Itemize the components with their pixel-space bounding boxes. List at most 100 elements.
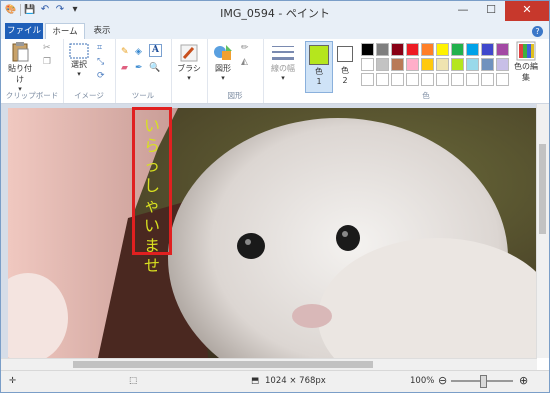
zoom-slider-thumb[interactable]	[480, 375, 487, 388]
canvas-area[interactable]	[1, 104, 537, 358]
tab-home[interactable]: ホーム	[45, 23, 85, 40]
palette-swatch[interactable]	[361, 43, 374, 56]
shapes-icon	[214, 45, 232, 60]
help-icon[interactable]: ?	[532, 26, 543, 37]
group-tools: ✎ ◈ A ▰ ✒ 🔍 ツール	[115, 39, 172, 103]
tab-file[interactable]: ファイル	[5, 23, 43, 39]
image-dimensions: 1024 × 768px	[265, 376, 326, 386]
group-shapes: 図形 ▾ ✏ ◭ 図形	[207, 39, 264, 103]
palette-swatch[interactable]	[466, 73, 479, 86]
zoom-in-button[interactable]: ⊕	[519, 374, 528, 387]
title-bar: 🎨 💾 ↶ ↷ ▾ IMG_0594 - ペイント — ☐ ✕	[1, 1, 549, 23]
palette-swatch[interactable]	[376, 58, 389, 71]
palette-swatch[interactable]	[391, 58, 404, 71]
palette-swatch[interactable]	[361, 73, 374, 86]
group-colors: 色 1 色 2 色の編集 色	[303, 39, 549, 103]
brushes-dropdown-icon: ▾	[187, 74, 191, 82]
vertical-text-char: ま	[143, 236, 160, 255]
fill-icon[interactable]: ◈	[135, 47, 142, 57]
minimize-button[interactable]: —	[449, 1, 477, 21]
select-button[interactable]: 選択 ▾	[67, 43, 91, 78]
vertical-greeting-text[interactable]: いらっしゃいませ	[140, 116, 164, 276]
palette-swatch[interactable]	[436, 43, 449, 56]
group-size: 線の幅 ▾	[263, 39, 303, 103]
resize-icon[interactable]: ⤡	[97, 57, 104, 67]
fill-shape-icon[interactable]: ◭	[241, 57, 248, 67]
palette-swatch[interactable]	[376, 43, 389, 56]
paste-button[interactable]: 貼り付け ▾	[5, 41, 35, 93]
palette-swatch[interactable]	[391, 73, 404, 86]
group-brushes: ブラシ ▾	[171, 39, 208, 103]
palette-swatch[interactable]	[421, 43, 434, 56]
palette-swatch[interactable]	[466, 43, 479, 56]
select-icon	[69, 43, 89, 59]
palette-swatch[interactable]	[496, 73, 509, 86]
color2-swatch	[337, 46, 353, 62]
zoom-out-button[interactable]: ⊖	[438, 374, 447, 387]
pencil-icon[interactable]: ✎	[121, 47, 129, 57]
palette-swatch[interactable]	[451, 43, 464, 56]
copy-icon[interactable]: ❐	[43, 57, 51, 67]
maximize-button[interactable]: ☐	[477, 1, 505, 21]
vertical-scroll-thumb[interactable]	[539, 144, 546, 234]
hamster-image	[8, 108, 537, 358]
size-button[interactable]: 線の幅 ▾	[267, 43, 299, 82]
palette-swatch[interactable]	[406, 73, 419, 86]
vertical-text-char: ゃ	[143, 196, 160, 215]
outline-icon[interactable]: ✏	[241, 43, 249, 53]
brushes-button[interactable]: ブラシ ▾	[175, 43, 203, 82]
group-clipboard: 貼り付け ▾ ✂ ❐ クリップボード	[1, 39, 64, 103]
size-dropdown-icon: ▾	[281, 74, 285, 82]
image-group-label: イメージ	[74, 91, 104, 100]
select-label: 選択	[71, 60, 87, 69]
palette-swatch[interactable]	[451, 58, 464, 71]
palette-swatch[interactable]	[496, 58, 509, 71]
hamster-photo[interactable]	[8, 108, 537, 358]
ribbon-tabs: ファイル ホーム 表示 ?	[1, 23, 549, 40]
palette-swatch[interactable]	[481, 73, 494, 86]
palette-swatch[interactable]	[436, 73, 449, 86]
paint-window: 🎨 💾 ↶ ↷ ▾ IMG_0594 - ペイント — ☐ ✕ ファイル ホーム…	[0, 0, 550, 393]
palette-swatch[interactable]	[466, 58, 479, 71]
close-button[interactable]: ✕	[505, 1, 549, 21]
palette-swatch[interactable]	[391, 43, 404, 56]
color-picker-icon[interactable]: ✒	[135, 63, 143, 73]
palette-swatch[interactable]	[496, 43, 509, 56]
palette-swatch[interactable]	[406, 58, 419, 71]
vertical-text-char: い	[143, 216, 160, 235]
group-image: 選択 ▾ ⌗ ⤡ ⟳ イメージ	[63, 39, 116, 103]
palette-swatch[interactable]	[406, 43, 419, 56]
palette-swatch[interactable]	[436, 58, 449, 71]
vertical-scrollbar[interactable]	[536, 104, 549, 358]
palette-swatch[interactable]	[421, 73, 434, 86]
palette-swatch[interactable]	[481, 43, 494, 56]
palette-swatch[interactable]	[451, 73, 464, 86]
crop-icon[interactable]: ⌗	[97, 43, 102, 53]
color1-swatch	[309, 45, 329, 65]
palette-swatch[interactable]	[361, 58, 374, 71]
color2-button[interactable]: 色 2	[333, 41, 357, 91]
edit-colors-label: 色の編集	[514, 62, 538, 82]
vertical-text-char: せ	[143, 256, 160, 275]
eraser-icon[interactable]: ▰	[121, 63, 128, 73]
tools-group-label: ツール	[131, 91, 155, 100]
magnifier-icon[interactable]: 🔍	[149, 63, 160, 73]
paste-icon	[12, 42, 29, 62]
edit-colors-button[interactable]: 色の編集	[511, 41, 541, 83]
palette-swatch[interactable]	[481, 58, 494, 71]
vertical-text-char: い	[143, 116, 160, 135]
brushes-label: ブラシ	[177, 64, 201, 73]
shapes-button[interactable]: 図形 ▾	[209, 43, 237, 82]
palette-swatch[interactable]	[376, 73, 389, 86]
text-tool-icon[interactable]: A	[149, 44, 162, 57]
palette-swatch[interactable]	[421, 58, 434, 71]
cut-icon[interactable]: ✂	[43, 43, 51, 53]
rotate-icon[interactable]: ⟳	[97, 71, 105, 81]
text-box-selection[interactable]: いらっしゃいませ	[132, 107, 172, 275]
horizontal-scroll-thumb[interactable]	[73, 361, 373, 368]
vertical-text-char: し	[143, 176, 160, 195]
color1-button[interactable]: 色 1	[305, 41, 333, 93]
color2-number: 2	[342, 76, 348, 85]
window-controls: — ☐ ✕	[449, 1, 549, 21]
tab-view[interactable]: 表示	[87, 23, 117, 39]
